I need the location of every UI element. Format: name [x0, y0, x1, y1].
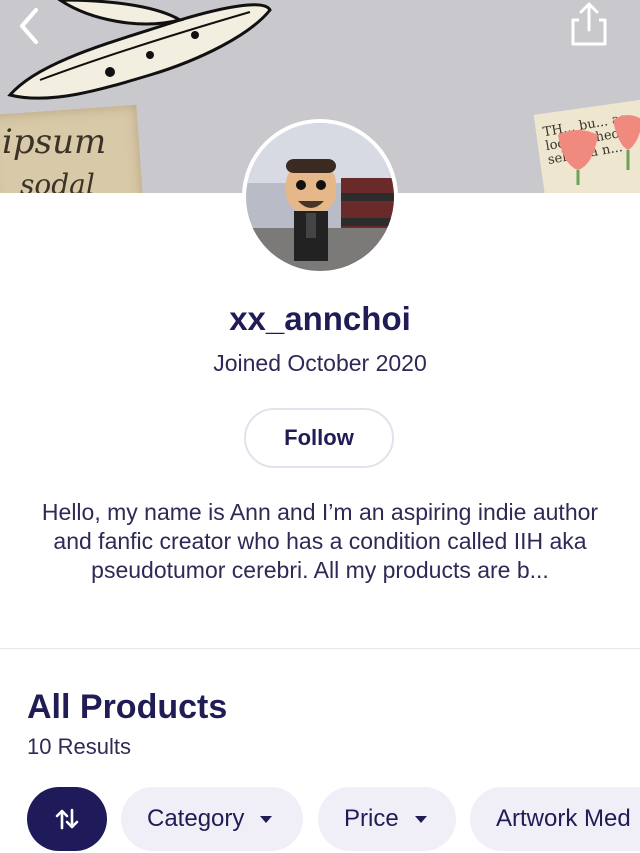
filter-label: Category [147, 805, 245, 832]
tulip-decoration [558, 130, 598, 185]
follow-button[interactable]: Follow [244, 408, 394, 468]
filter-label: Artwork Med [496, 805, 631, 832]
caret-down-icon [414, 815, 427, 823]
sort-arrows-icon [55, 808, 79, 830]
filter-artwork-medium[interactable]: Artwork Med [470, 787, 640, 851]
decor-text-left-2: sodal [20, 168, 95, 193]
share-icon[interactable] [565, 0, 613, 48]
section-divider [0, 648, 640, 649]
filter-label: Price [344, 805, 399, 832]
joined-date: Joined October 2020 [213, 350, 427, 376]
decor-text-left: ipsum [2, 122, 107, 162]
caret-down-icon [260, 815, 273, 823]
section-title: All Products [27, 688, 228, 726]
avatar-image [246, 123, 394, 271]
sort-button[interactable] [27, 787, 107, 851]
avatar[interactable] [246, 123, 394, 271]
filter-category[interactable]: Category [121, 787, 303, 851]
chevron-left-icon[interactable] [10, 6, 50, 46]
filter-price[interactable]: Price [318, 787, 456, 851]
results-count: 10 Results [27, 734, 131, 759]
username: xx_annchoi [229, 300, 411, 337]
tulip-decoration-2 [613, 115, 640, 170]
profile-bio: Hello, my name is Ann and I’m an aspirin… [41, 499, 599, 583]
